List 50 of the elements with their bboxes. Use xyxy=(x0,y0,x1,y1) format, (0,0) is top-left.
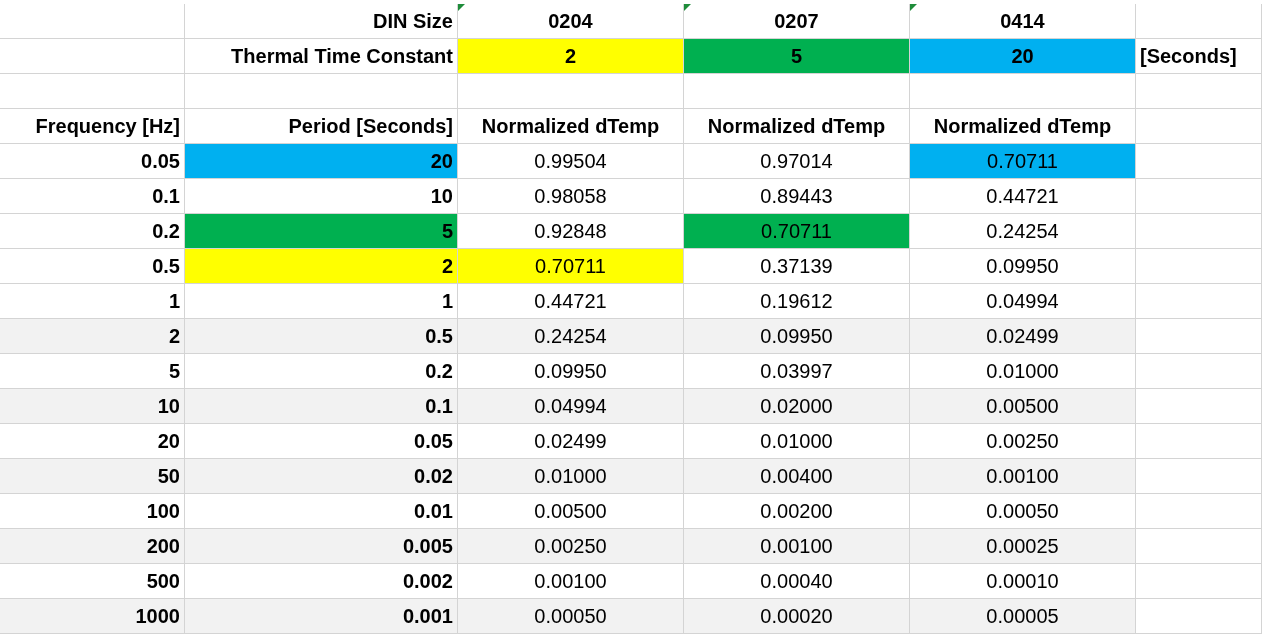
error-indicator-icon xyxy=(458,4,465,11)
value-cell: 0.99504 xyxy=(458,144,684,179)
period-cell: 0.5 xyxy=(185,319,458,354)
value-cell: 0.24254 xyxy=(910,214,1136,249)
period-cell: 0.1 xyxy=(185,389,458,424)
period-cell: 20 xyxy=(185,144,458,179)
period-cell: 5 xyxy=(185,214,458,249)
error-indicator-icon xyxy=(684,4,691,11)
value-cell: 0.00025 xyxy=(910,529,1136,564)
value-cell: 0.00100 xyxy=(684,529,910,564)
period-cell: 0.001 xyxy=(185,599,458,634)
frequency-cell: 10 xyxy=(0,389,185,424)
value-cell: 0.02499 xyxy=(910,319,1136,354)
value-cell: 0.00050 xyxy=(458,599,684,634)
header-value-cell: 2 xyxy=(458,39,684,74)
value-cell: 0.24254 xyxy=(458,319,684,354)
frequency-cell: 200 xyxy=(0,529,185,564)
header-value-cell: 20 xyxy=(910,39,1136,74)
value-cell: 0.00100 xyxy=(910,459,1136,494)
column-header: Frequency [Hz] xyxy=(0,109,185,144)
value-cell: 0.00005 xyxy=(910,599,1136,634)
error-indicator-icon xyxy=(910,4,917,11)
value-cell: 0.44721 xyxy=(910,179,1136,214)
value-cell: 0.70711 xyxy=(684,214,910,249)
value-cell: 0.00400 xyxy=(684,459,910,494)
frequency-cell: 2 xyxy=(0,319,185,354)
value-cell: 0.02000 xyxy=(684,389,910,424)
value-cell: 0.00250 xyxy=(458,529,684,564)
header-value-cell: 5 xyxy=(684,39,910,74)
column-header: Normalized dTemp xyxy=(458,109,684,144)
row-label: Thermal Time Constant xyxy=(185,39,458,74)
frequency-cell: 1000 xyxy=(0,599,185,634)
value-cell: 0.70711 xyxy=(458,249,684,284)
frequency-cell: 0.1 xyxy=(0,179,185,214)
period-cell: 0.005 xyxy=(185,529,458,564)
unit-label: [Seconds] xyxy=(1136,39,1262,74)
value-cell: 0.09950 xyxy=(910,249,1136,284)
frequency-cell: 50 xyxy=(0,459,185,494)
column-header: Normalized dTemp xyxy=(684,109,910,144)
period-cell: 0.02 xyxy=(185,459,458,494)
value-cell: 0.01000 xyxy=(458,459,684,494)
value-cell: 0.04994 xyxy=(458,389,684,424)
value-cell: 0.00020 xyxy=(684,599,910,634)
row-label: DIN Size xyxy=(185,4,458,39)
period-cell: 2 xyxy=(185,249,458,284)
value-cell: 0.98058 xyxy=(458,179,684,214)
value-cell: 0.00500 xyxy=(910,389,1136,424)
value-cell: 0.70711 xyxy=(910,144,1136,179)
value-cell: 0.37139 xyxy=(684,249,910,284)
value-cell: 0.09950 xyxy=(684,319,910,354)
